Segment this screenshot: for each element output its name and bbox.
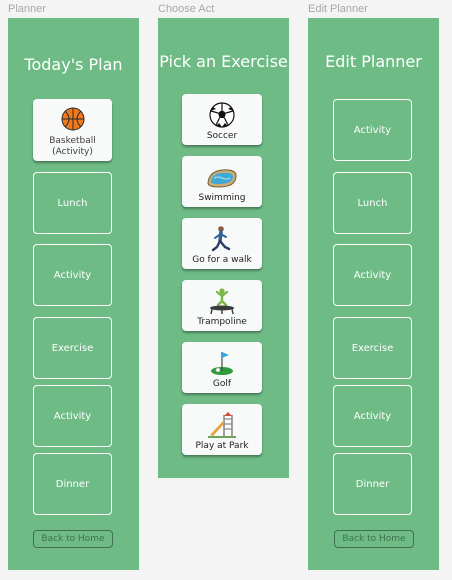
card-label: Go for a walk	[192, 255, 252, 265]
card-label: Trampoline	[197, 317, 247, 327]
exercise-card-swimming[interactable]: Swimming	[182, 156, 262, 207]
choose-act-panel: Pick an Exercise Soccer Swimming Go for …	[158, 18, 289, 478]
frame-label-planner: Planner	[8, 3, 46, 15]
edit-slot-exercise[interactable]: Exercise	[333, 317, 412, 379]
edit-slot-dinner[interactable]: Dinner	[333, 453, 412, 515]
choose-title: Pick an Exercise	[159, 52, 288, 71]
edit-title: Edit Planner	[325, 52, 422, 71]
planner-slot-activity[interactable]: Activity	[33, 244, 112, 306]
edit-slot-activity-3[interactable]: Activity	[333, 385, 412, 447]
back-to-home-button[interactable]: Back to Home	[334, 530, 414, 548]
planner-panel: Today's Plan Basketball (Activity) Lunch…	[8, 18, 139, 570]
walking-person-icon	[211, 226, 231, 252]
edit-slot-activity[interactable]: Activity	[333, 99, 412, 161]
planner-slot-exercise[interactable]: Exercise	[33, 317, 112, 379]
edit-slot-activity-2[interactable]: Activity	[333, 244, 412, 306]
back-to-home-button[interactable]: Back to Home	[33, 530, 113, 548]
card-label: Soccer	[206, 131, 238, 141]
exercise-card-walk[interactable]: Go for a walk	[182, 218, 262, 269]
planned-item-category: (Activity)	[52, 147, 93, 157]
edit-slot-lunch[interactable]: Lunch	[333, 172, 412, 234]
basketball-icon	[61, 107, 84, 131]
playground-slide-icon	[208, 412, 236, 438]
planned-item-name: Basketball	[49, 136, 96, 146]
planner-slot-lunch[interactable]: Lunch	[33, 172, 112, 234]
exercise-card-park[interactable]: Play at Park	[182, 404, 262, 455]
exercise-card-trampoline[interactable]: Trampoline	[182, 280, 262, 331]
trampoline-icon	[210, 288, 234, 315]
planner-title: Today's Plan	[24, 55, 123, 74]
golf-flag-icon	[211, 352, 233, 375]
planner-slot-activity-2[interactable]: Activity	[33, 385, 112, 447]
planned-item-basketball[interactable]: Basketball (Activity)	[33, 99, 112, 161]
card-label: Play at Park	[195, 441, 249, 451]
swimming-pool-icon	[207, 169, 237, 188]
edit-planner-panel: Edit Planner Activity Lunch Activity Exe…	[308, 18, 439, 570]
card-label: Golf	[212, 379, 232, 389]
soccer-ball-icon	[209, 102, 235, 128]
exercise-card-golf[interactable]: Golf	[182, 342, 262, 393]
frame-label-edit-planner: Edit Planner	[308, 3, 368, 15]
planner-slot-dinner[interactable]: Dinner	[33, 453, 112, 515]
frame-label-choose-act: Choose Act	[158, 3, 215, 15]
card-label: Swimming	[198, 193, 246, 203]
exercise-card-soccer[interactable]: Soccer	[182, 94, 262, 145]
